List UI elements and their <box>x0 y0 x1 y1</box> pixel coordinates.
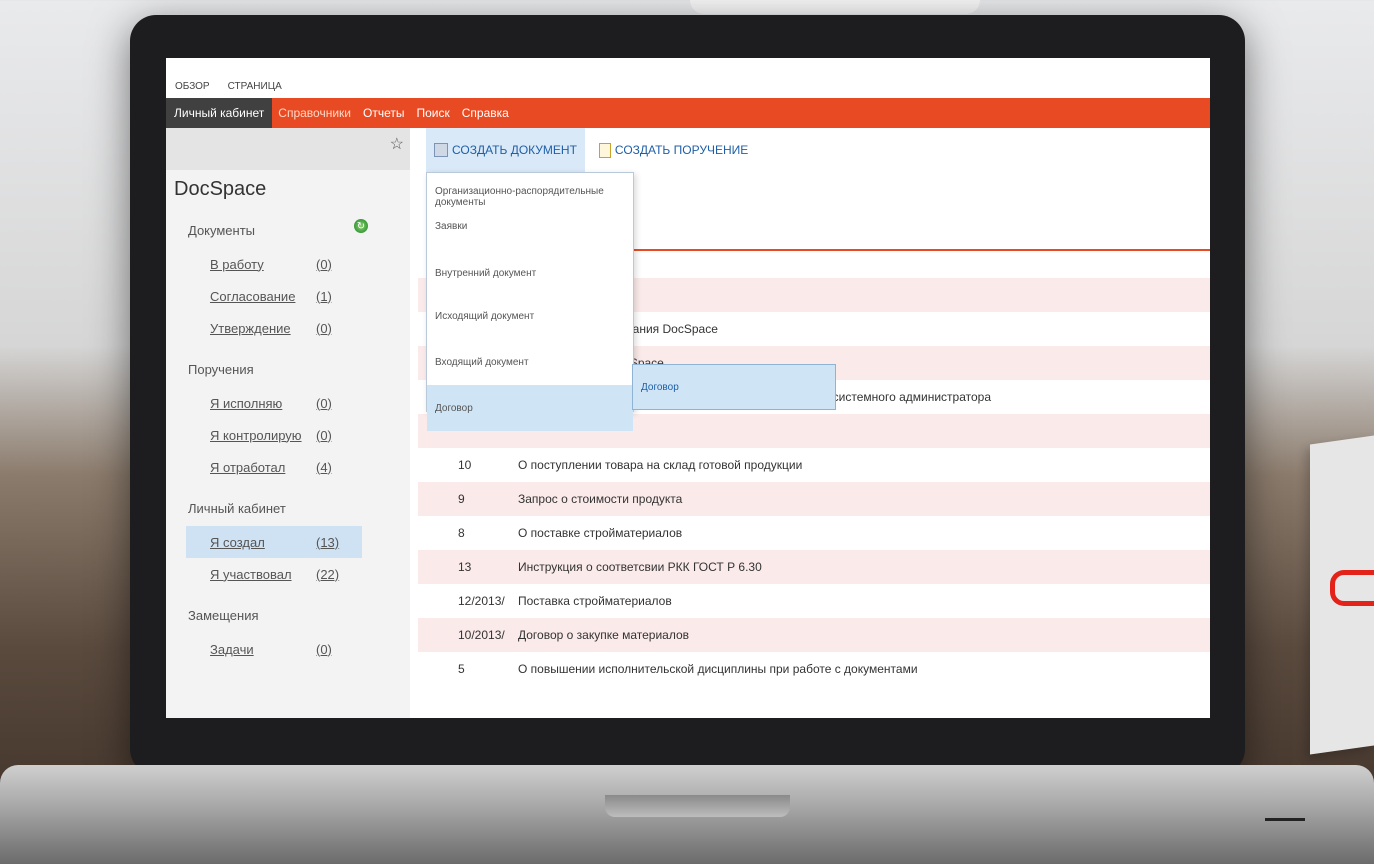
table-row[interactable]: 9 Запрос о стоимости продукта <box>418 482 1210 516</box>
accent-divider <box>606 249 1210 251</box>
sidebar-link-count: (13) <box>316 534 340 550</box>
sidebar-link-label: Утверждение <box>210 320 291 336</box>
section-documents-label: Документы <box>188 223 256 238</box>
nav-item-reports[interactable]: Отчеты <box>357 106 410 120</box>
task-icon <box>598 142 611 158</box>
sidebar-link-count: (0) <box>316 641 332 657</box>
sidebar-link-count: (0) <box>316 427 332 443</box>
ribbon-tabs: ОБЗОР СТРАНИЦА <box>166 58 1210 98</box>
sidebar-link-count: (22) <box>316 566 340 582</box>
laptop-notch <box>605 795 790 817</box>
create-order-button[interactable]: СОЗДАТЬ ПОРУЧЕНИЕ <box>591 128 756 172</box>
sidebar-link-label: Согласование <box>210 288 296 304</box>
sidebar-link-count: (0) <box>316 395 332 411</box>
dropdown-item-internal[interactable]: Внутренний документ <box>427 253 633 293</box>
screen: ОБЗОР СТРАНИЦА Личный кабинет Справочник… <box>166 58 1210 718</box>
sidebar-link-approval[interactable]: Согласование (1) <box>166 280 410 312</box>
dropdown-item-org-docs[interactable]: Организационно-распорядительные документ… <box>427 173 633 221</box>
sidebar-link-count: (1) <box>316 288 332 304</box>
top-navbar: Личный кабинет Справочники Отчеты Поиск … <box>166 98 1210 128</box>
table-row[interactable]: 10/2013/Договор о закупке материалов <box>418 618 1210 652</box>
sidebar-link-controlling[interactable]: Я контролирую (0) <box>166 419 410 451</box>
sidebar-link-tasks[interactable]: Задачи (0) <box>166 633 410 665</box>
table-row[interactable]: 5 О повышении исполнительской дисциплины … <box>418 652 1210 686</box>
table-row[interactable]: 10 О поступлении товара на склад готовой … <box>418 448 1210 482</box>
row-title: Инструкция о соответсвии РКК ГОСТ Р 6.30 <box>518 560 762 574</box>
row-title: О поставке стройматериалов <box>518 526 683 540</box>
background-red-logo <box>1330 570 1374 606</box>
sidebar-link-confirmation[interactable]: Утверждение (0) <box>166 312 410 344</box>
row-number: 10 <box>458 458 472 472</box>
row-title: О повышении исполнительской дисциплины п… <box>518 662 918 676</box>
app-brand: DocSpace <box>174 178 267 200</box>
row-number: 13 <box>458 560 472 574</box>
section-documents: Документы ↻ <box>166 219 410 238</box>
nav-item-cabinet[interactable]: Личный кабинет <box>166 98 273 128</box>
sidebar-link-label: Задачи <box>210 641 254 657</box>
sidebar-link-count: (0) <box>316 320 332 336</box>
row-number: 12/2013/ <box>458 594 505 608</box>
row-number: 8 <box>458 526 465 540</box>
dropdown-item-incoming[interactable]: Входящий документ <box>427 339 633 385</box>
refresh-icon[interactable]: ↻ <box>354 219 368 233</box>
toolbar: СОЗДАТЬ ДОКУМЕНТ СОЗДАТЬ ПОРУЧЕНИЕ <box>418 128 1210 172</box>
row-title: Договор о закупке материалов <box>518 628 690 642</box>
sidebar-header: ☆ <box>166 128 410 170</box>
row-number: 5 <box>458 662 465 676</box>
sidebar-link-count: (4) <box>316 459 332 475</box>
create-document-label: СОЗДАТЬ ДОКУМЕНТ <box>452 143 577 157</box>
row-title: Поставка стройматериалов <box>518 594 672 608</box>
create-order-label: СОЗДАТЬ ПОРУЧЕНИЕ <box>614 143 749 157</box>
sidebar-link-count: (0) <box>316 256 332 272</box>
row-number: 9 <box>458 492 465 506</box>
section-orders: Поручения <box>188 362 254 377</box>
row-number: 10/2013/ <box>458 628 505 642</box>
row-title: О поступлении товара на склад готовой пр… <box>518 458 803 472</box>
sidebar: ☆ DocSpace Документы ↻ В работу (0) Согла… <box>166 128 410 718</box>
submenu-item-contract[interactable]: Договор <box>632 364 836 410</box>
sidebar-link-completed[interactable]: Я отработал (4) <box>166 451 410 483</box>
create-document-button[interactable]: СОЗДАТЬ ДОКУМЕНТ <box>426 128 585 172</box>
create-document-dropdown: Организационно-распорядительные документ… <box>426 172 634 431</box>
content-area: ☆ DocSpace Документы ↻ В работу (0) Согла… <box>166 128 1210 718</box>
sidebar-link-label: Я отработал <box>210 459 286 475</box>
laptop-indicator-line <box>1265 818 1305 821</box>
sidebar-link-participated[interactable]: Я участвовал (22) <box>166 558 410 590</box>
nav-item-directories[interactable]: Справочники <box>272 106 357 120</box>
dropdown-item-requests[interactable]: Заявки <box>427 221 633 253</box>
nav-item-search[interactable]: Поиск <box>410 106 455 120</box>
section-replacements: Замещения <box>188 608 259 623</box>
main-panel: СОЗДАТЬ ДОКУМЕНТ СОЗДАТЬ ПОРУЧЕНИЕ е гра… <box>418 128 1210 718</box>
dropdown-item-outgoing[interactable]: Исходящий документ <box>427 293 633 339</box>
sidebar-link-label: Я участвовал <box>210 566 292 582</box>
sidebar-link-created[interactable]: Я создал (13) <box>186 526 362 558</box>
nav-item-help[interactable]: Справка <box>456 106 515 120</box>
sidebar-link-label: В работу <box>210 256 264 272</box>
sidebar-link-label: Я создал <box>210 534 265 550</box>
table-row[interactable]: 13 Инструкция о соответсвии РКК ГОСТ Р 6.… <box>418 550 1210 584</box>
star-icon[interactable]: ☆ <box>390 134 404 154</box>
table-row[interactable]: 12/2013/Поставка стройматериалов <box>418 584 1210 618</box>
document-icon <box>434 143 448 157</box>
sidebar-link-in-work[interactable]: В работу (0) <box>166 248 410 280</box>
sidebar-link-label: Я контролирую <box>210 427 302 443</box>
ribbon-tab-overview[interactable]: ОБЗОР <box>175 81 210 92</box>
background-reflection <box>690 0 980 14</box>
ribbon-tab-page[interactable]: СТРАНИЦА <box>228 81 282 92</box>
row-title: Запрос о стоимости продукта <box>518 492 683 506</box>
section-cabinet: Личный кабинет <box>188 501 286 516</box>
table-row[interactable]: 8 О поставке стройматериалов <box>418 516 1210 550</box>
dropdown-item-contract[interactable]: Договор <box>427 385 633 431</box>
sidebar-link-executing[interactable]: Я исполняю (0) <box>166 387 410 419</box>
sidebar-link-label: Я исполняю <box>210 395 283 411</box>
